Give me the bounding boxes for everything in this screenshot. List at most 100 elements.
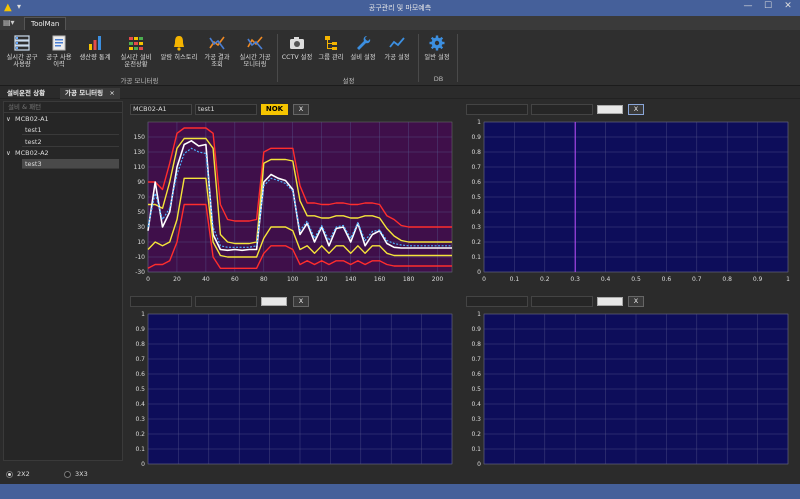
close-panel-button[interactable]: X [628,104,644,115]
x-tick-label: 40 [202,276,210,283]
realtime-equipment-status-button[interactable]: 실시간 설비 운전상황 [114,34,158,68]
button-label-line2: 조회 [211,61,223,68]
button-label-line2: 이력 [53,61,65,68]
x-tick-label: 0.2 [540,276,550,283]
close-tab-icon[interactable]: × [109,89,114,97]
pattern-field[interactable] [531,104,593,115]
y-tick-label: 70 [137,194,145,201]
button-label-line1: 일반 설정 [424,54,450,61]
tab-toolman[interactable]: ToolMan [24,17,67,30]
button-label-line1: 실시간 공구 [6,54,38,61]
usage-history-icon [52,35,66,51]
tab-machining-monitoring[interactable]: 가공 모니터링 × [60,88,120,99]
production-statistics-button[interactable]: 생산량 통계 [76,34,114,61]
y-tick-label: 1 [141,311,145,318]
machining-result-query-button[interactable]: 가공 결과 조회 [200,34,234,68]
pattern-field[interactable] [531,296,593,307]
tree-expander-icon[interactable]: ∨ [6,114,11,124]
x-tick-label: 0.7 [692,276,702,283]
y-tick-label: -10 [135,254,145,261]
layout-3x3-label: 3X3 [75,470,88,478]
close-window-button[interactable]: ✕ [781,1,795,11]
cctv-settings-button[interactable]: CCTV 설정 [279,34,315,61]
alarm-history-button[interactable]: 알람 히스토리 [158,34,200,61]
tree-item-test2[interactable]: test2 [22,137,119,147]
y-tick-label: 0.2 [471,431,481,438]
title-bar: ▲ ▾ 공구관리 및 마모예측 — ☐ ✕ [0,0,800,16]
y-tick-label: 1 [477,119,481,126]
realtime-tool-usage-button[interactable]: 실시간 공구 사용량 [2,34,42,68]
monitoring-chart-4: 00.10.20.30.40.50.60.70.80.9100.10.20.30… [471,311,790,475]
machine-field[interactable] [466,296,528,307]
x-tick-label: 1 [786,276,790,283]
line-chart-icon [389,37,405,48]
x-tick-label: 0.4 [601,276,611,283]
tree-header: 설비 & 패턴 [4,102,122,113]
group-icon [325,36,337,50]
y-tick-label: -30 [135,269,145,276]
general-settings-button[interactable]: 일반 설정 [420,34,454,61]
y-tick-label: 0.6 [135,371,145,378]
tab-equipment-status[interactable]: 설비운전 상황 [2,88,50,99]
button-label-line1: 실시간 가공 [239,54,271,61]
y-tick-label: 0.2 [135,431,145,438]
x-tick-label: 60 [231,276,239,283]
y-tick-label: 0 [477,269,481,276]
application-menu-icon[interactable]: ▤▾ [3,18,17,28]
wrench-icon [357,36,371,50]
button-label-line1: 그룹 관리 [318,54,344,61]
layout-2x2-label: 2X2 [17,470,30,478]
ribbon: 실시간 공구 사용량 공구 사용 이력 생산량 통계 실시간 설비 운전상황 알… [0,30,800,86]
machine-field[interactable]: MCB02-A1 [130,104,192,115]
y-tick-label: 0.4 [135,401,145,408]
tool-usage-icon [14,35,30,51]
tool-usage-history-button[interactable]: 공구 사용 이력 [42,34,76,68]
realtime-machining-monitor-button[interactable]: 실시간 가공 모니터링 [234,34,276,68]
x-tick-label: 20 [173,276,181,283]
x-tick-label: 0.5 [631,276,641,283]
pattern-field[interactable] [195,296,257,307]
button-label-line2: 운전상황 [124,61,148,68]
result-query-icon [209,36,225,50]
tree-item-test1[interactable]: test1 [22,125,119,135]
x-tick-label: 0.6 [662,276,672,283]
y-tick-label: 30 [137,224,145,231]
tab-label: 가공 모니터링 [65,89,104,97]
document-tab-strip: 설비운전 상황 가공 모니터링 × [0,87,800,99]
y-tick-label: 0.2 [471,239,481,246]
button-label-line1: 생산량 통계 [79,54,111,61]
layout-3x3-radio[interactable] [64,471,71,478]
bar-chart-icon [89,36,101,50]
maximize-button[interactable]: ☐ [761,1,775,11]
y-tick-label: 0.6 [471,179,481,186]
camera-icon [290,37,304,49]
machining-settings-button[interactable]: 가공 설정 [379,34,415,61]
equipment-settings-button[interactable]: 설비 설정 [347,34,379,61]
close-panel-button[interactable]: X [293,104,309,115]
close-panel-button[interactable]: X [293,296,309,307]
y-tick-label: 0.9 [471,134,481,141]
ribbon-group-label: DB [433,75,444,83]
layout-2x2-radio[interactable] [6,471,13,478]
tree-node-mcb02-a2[interactable]: MCB02-A2 [15,148,49,158]
button-label-line1: 가공 결과 [204,54,230,61]
y-tick-label: 0.5 [471,194,481,201]
machine-field[interactable] [466,104,528,115]
machine-field[interactable] [130,296,192,307]
tree-expander-icon[interactable]: ∨ [6,148,11,158]
pattern-field[interactable]: test1 [195,104,257,115]
y-tick-label: 0.7 [471,164,481,171]
group-management-button[interactable]: 그룹 관리 [315,34,347,61]
y-tick-label: 0.4 [471,209,481,216]
y-tick-label: 10 [137,239,145,246]
button-label-line1: CCTV 설정 [281,54,313,61]
ribbon-group-separator [418,34,419,82]
close-panel-button[interactable]: X [628,296,644,307]
minimize-button[interactable]: — [741,1,755,11]
x-tick-label: 200 [432,276,444,283]
y-tick-label: 0.1 [471,254,481,261]
tree-item-test3[interactable]: test3 [22,159,119,169]
x-tick-label: 140 [345,276,357,283]
tree-node-mcb02-a1[interactable]: MCB02-A1 [15,114,49,124]
y-tick-label: 90 [137,179,145,186]
